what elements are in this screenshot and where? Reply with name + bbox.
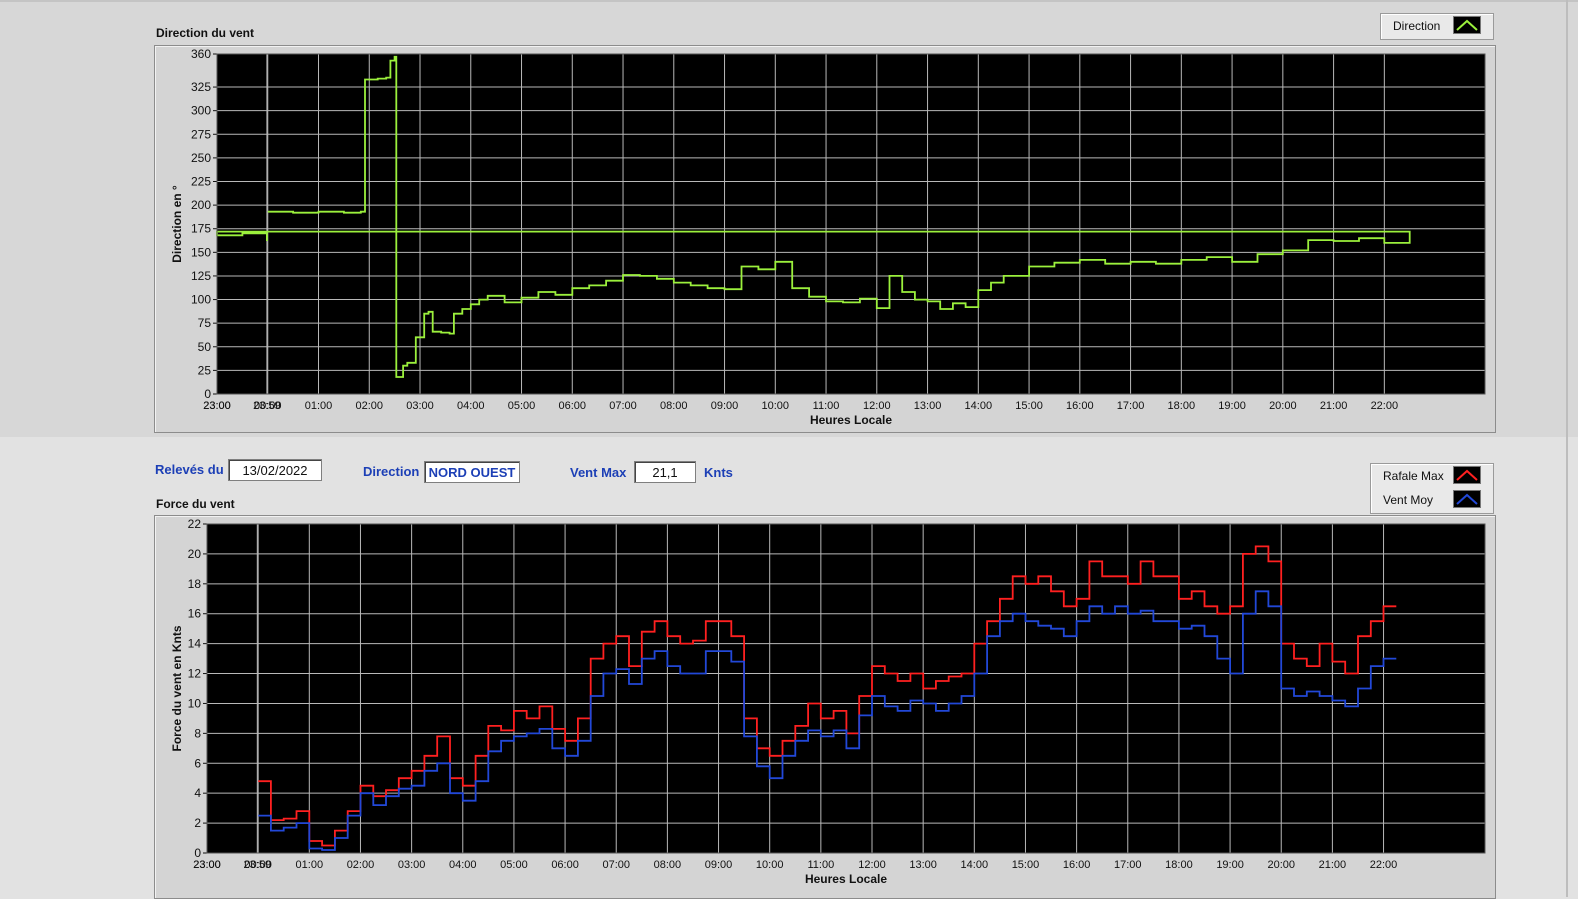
y-tick-label: 0 [194, 846, 201, 860]
y-tick-label: 20 [188, 547, 202, 561]
x-tick-label: 07:00 [602, 859, 630, 871]
x-tick-label: 06:00 [551, 859, 579, 871]
x-tick-label: 11:00 [807, 859, 834, 871]
y-tick-label: 18 [188, 577, 202, 591]
x-tick-label: 05:00 [500, 859, 528, 871]
y-tick-label: 14 [188, 637, 202, 651]
x-tick-label: 02:00 [347, 859, 375, 871]
x-tick-label: 09:00 [705, 859, 733, 871]
x-tick-label: 23:59 [244, 859, 272, 871]
y-tick-label: 4 [194, 786, 201, 800]
x-tick-label: 04:00 [449, 859, 477, 871]
x-tick-label: 01:00 [296, 859, 324, 871]
y-tick-label: 16 [188, 607, 202, 621]
x-axis-label: Heures Locale [805, 872, 887, 886]
y-tick-label: 10 [188, 696, 202, 710]
x-tick-label: 16:00 [1063, 859, 1091, 871]
x-tick-label: 18:00 [1165, 859, 1193, 871]
x-tick-label: 10:00 [756, 859, 784, 871]
x-tick-label: 03:00 [398, 859, 426, 871]
x-tick-label: 22:00 [1370, 859, 1398, 871]
x-tick-label: 12:00 [858, 859, 886, 871]
x-tick-label: 17:00 [1114, 859, 1142, 871]
y-tick-label: 8 [194, 726, 201, 740]
y-tick-label: 2 [194, 816, 201, 830]
y-tick-label: 12 [188, 667, 202, 681]
x-tick-label: 15:00 [1012, 859, 1040, 871]
x-tick-label: 19:00 [1216, 859, 1244, 871]
x-tick-label: 08:00 [654, 859, 682, 871]
y-axis-label: Force du vent en Knts [170, 625, 184, 751]
y-tick-label: 6 [194, 756, 201, 770]
x-tick-label: 14:00 [961, 859, 989, 871]
x-tick-label: 13:00 [909, 859, 937, 871]
x-tick-label: 23:00 [193, 859, 221, 871]
x-tick-label: 21:00 [1319, 859, 1347, 871]
x-tick-label: 20:00 [1267, 859, 1295, 871]
y-tick-label: 22 [188, 517, 202, 531]
force-chart: 23:00 00:00 01:00 02:00 03:00 04:00 05:00 06:00… [170, 517, 1486, 886]
